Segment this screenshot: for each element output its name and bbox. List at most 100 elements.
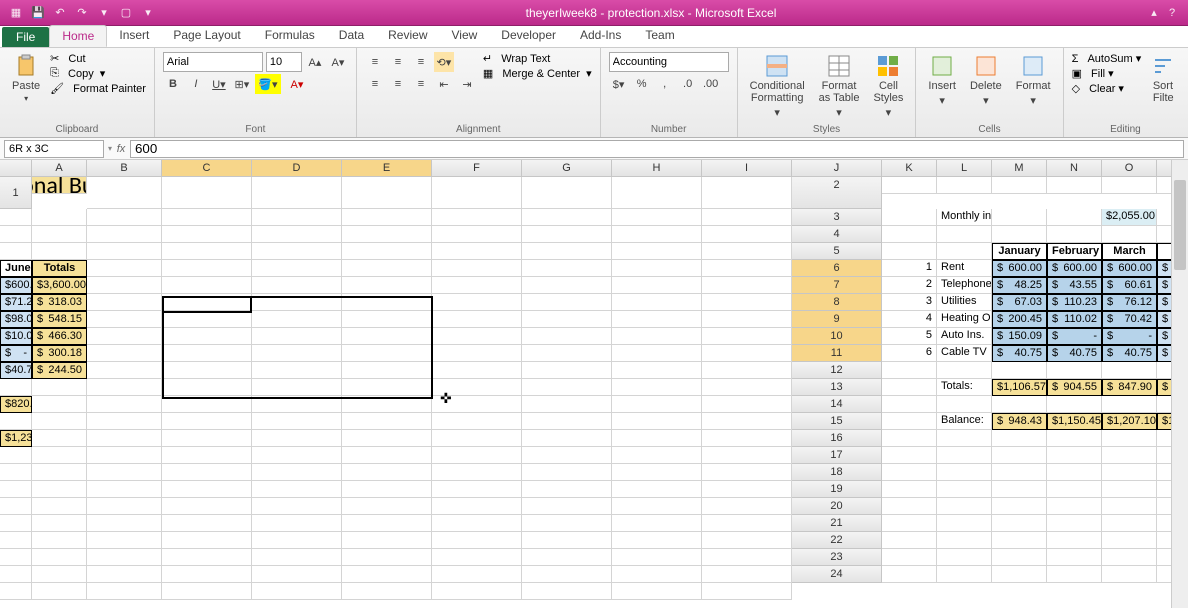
col-header-H[interactable]: H — [612, 160, 702, 177]
cell-E6[interactable]: $600.00 — [1102, 260, 1157, 277]
row-header-7[interactable]: 7 — [792, 277, 882, 294]
col-header-L[interactable]: L — [937, 160, 992, 177]
row-header-3[interactable]: 3 — [792, 209, 882, 226]
tab-formulas[interactable]: Formulas — [253, 25, 327, 47]
cell-C11[interactable]: $40.75 — [992, 345, 1047, 362]
col-header-A[interactable]: A — [32, 160, 87, 177]
row-header-6[interactable]: 6 — [792, 260, 882, 277]
currency-button[interactable]: $▾ — [609, 74, 629, 94]
increase-font-button[interactable]: A▴ — [305, 52, 325, 72]
row-header-14[interactable]: 14 — [792, 396, 882, 413]
formula-input[interactable] — [130, 140, 1184, 158]
font-name-select[interactable] — [163, 52, 263, 72]
tab-insert[interactable]: Insert — [107, 25, 161, 47]
sort-filter-button[interactable]: Sort Filte — [1147, 52, 1179, 106]
align-middle-button[interactable]: ≡ — [388, 52, 408, 72]
row-header-13[interactable]: 13 — [792, 379, 882, 396]
cell-C6[interactable]: $600.00 — [992, 260, 1047, 277]
cell-H8[interactable]: $98.08 — [0, 311, 32, 328]
cell-E8[interactable]: $76.12 — [1102, 294, 1157, 311]
bold-button[interactable]: B — [163, 74, 183, 94]
row-header-21[interactable]: 21 — [792, 515, 882, 532]
row-header-15[interactable]: 15 — [792, 413, 882, 430]
tab-page-layout[interactable]: Page Layout — [161, 25, 252, 47]
row-header-16[interactable]: 16 — [792, 430, 882, 447]
clear-button[interactable]: ◇ Clear▾ — [1072, 82, 1142, 95]
align-bottom-button[interactable]: ≡ — [411, 52, 431, 72]
col-header-J[interactable]: J — [792, 160, 882, 177]
align-top-button[interactable]: ≡ — [365, 52, 385, 72]
conditional-formatting-button[interactable]: Conditional Formatting▾ — [746, 52, 809, 121]
col-header-O[interactable]: O — [1102, 160, 1157, 177]
minimize-ribbon-icon[interactable]: ▴ — [1146, 5, 1162, 21]
format-painter-button[interactable]: 🖌 Format Painter — [50, 82, 146, 95]
tab-review[interactable]: Review — [376, 25, 439, 47]
decrease-font-button[interactable]: A▾ — [328, 52, 348, 72]
row-header-10[interactable]: 10 — [792, 328, 882, 345]
col-header-C[interactable]: C — [162, 160, 252, 177]
cell-D9[interactable]: $110.02 — [1047, 311, 1102, 328]
cell-H6[interactable]: $600.00 — [0, 277, 32, 294]
cell-H9[interactable]: $10.09 — [0, 328, 32, 345]
row-header-20[interactable]: 20 — [792, 498, 882, 515]
italic-button[interactable]: I — [186, 74, 206, 94]
wrap-text-button[interactable]: ↵ Wrap Text — [483, 52, 592, 65]
col-header-E[interactable]: E — [342, 160, 432, 177]
cell-E11[interactable]: $40.75 — [1102, 345, 1157, 362]
qat-icon[interactable]: ▾ — [96, 5, 112, 21]
cell-D7[interactable]: $43.55 — [1047, 277, 1102, 294]
insert-cells-button[interactable]: Insert▾ — [924, 52, 960, 109]
cell-H11[interactable]: $40.75 — [0, 362, 32, 379]
cell-E9[interactable]: $70.42 — [1102, 311, 1157, 328]
decrease-decimal-button[interactable]: .00 — [701, 74, 721, 94]
qat-icon[interactable]: ▢ — [118, 5, 134, 21]
cell-C9[interactable]: $200.45 — [992, 311, 1047, 328]
autosum-button[interactable]: Σ AutoSum▾ — [1072, 52, 1142, 65]
percent-button[interactable]: % — [632, 74, 652, 94]
row-header-17[interactable]: 17 — [792, 447, 882, 464]
row-header-2[interactable]: 2 — [792, 177, 882, 209]
decrease-indent-button[interactable]: ⇤ — [434, 74, 454, 94]
qat-more-icon[interactable]: ▾ — [140, 5, 156, 21]
scrollbar-thumb[interactable] — [1174, 180, 1186, 270]
comma-button[interactable]: , — [655, 74, 675, 94]
tab-add-ins[interactable]: Add-Ins — [568, 25, 633, 47]
cell-C7[interactable]: $48.25 — [992, 277, 1047, 294]
cell-H7[interactable]: $71.22 — [0, 294, 32, 311]
font-color-button[interactable]: A▾ — [284, 74, 310, 94]
border-button[interactable]: ⊞▾ — [232, 74, 252, 94]
redo-icon[interactable]: ↷ — [74, 5, 90, 21]
copy-button[interactable]: ⎘ Copy ▾ — [50, 67, 146, 80]
cell-D11[interactable]: $40.75 — [1047, 345, 1102, 362]
col-header-D[interactable]: D — [252, 160, 342, 177]
row-header-1[interactable]: 1 — [0, 177, 32, 209]
paste-button[interactable]: Paste▾ — [8, 52, 44, 105]
col-header-F[interactable]: F — [432, 160, 522, 177]
row-header-5[interactable]: 5 — [792, 243, 882, 260]
row-header-23[interactable]: 23 — [792, 549, 882, 566]
tab-home[interactable]: Home — [49, 25, 107, 47]
fill-color-button[interactable]: 🪣▾ — [255, 74, 281, 94]
row-header-22[interactable]: 22 — [792, 532, 882, 549]
worksheet[interactable]: ABCDEFGHIJKLMNO1Personal Budget23Monthly… — [0, 160, 1188, 608]
col-header-K[interactable]: K — [882, 160, 937, 177]
row-header-18[interactable]: 18 — [792, 464, 882, 481]
fx-icon[interactable]: fx — [112, 143, 130, 155]
cell-D6[interactable]: $600.00 — [1047, 260, 1102, 277]
tab-data[interactable]: Data — [327, 25, 376, 47]
delete-cells-button[interactable]: Delete▾ — [966, 52, 1006, 109]
underline-button[interactable]: U▾ — [209, 74, 229, 94]
format-cells-button[interactable]: Format▾ — [1012, 52, 1055, 109]
cell-E10[interactable]: $- — [1102, 328, 1157, 345]
name-box[interactable] — [4, 140, 104, 158]
increase-decimal-button[interactable]: .0 — [678, 74, 698, 94]
cell-E7[interactable]: $60.61 — [1102, 277, 1157, 294]
format-as-table-button[interactable]: Format as Table▾ — [815, 52, 864, 121]
cell-C10[interactable]: $150.09 — [992, 328, 1047, 345]
select-all-corner[interactable] — [0, 160, 32, 177]
cell-C8[interactable]: $67.03 — [992, 294, 1047, 311]
col-header-G[interactable]: G — [522, 160, 612, 177]
number-format-select[interactable] — [609, 52, 729, 72]
cell-D8[interactable]: $110.23 — [1047, 294, 1102, 311]
file-tab[interactable]: File — [2, 27, 49, 47]
